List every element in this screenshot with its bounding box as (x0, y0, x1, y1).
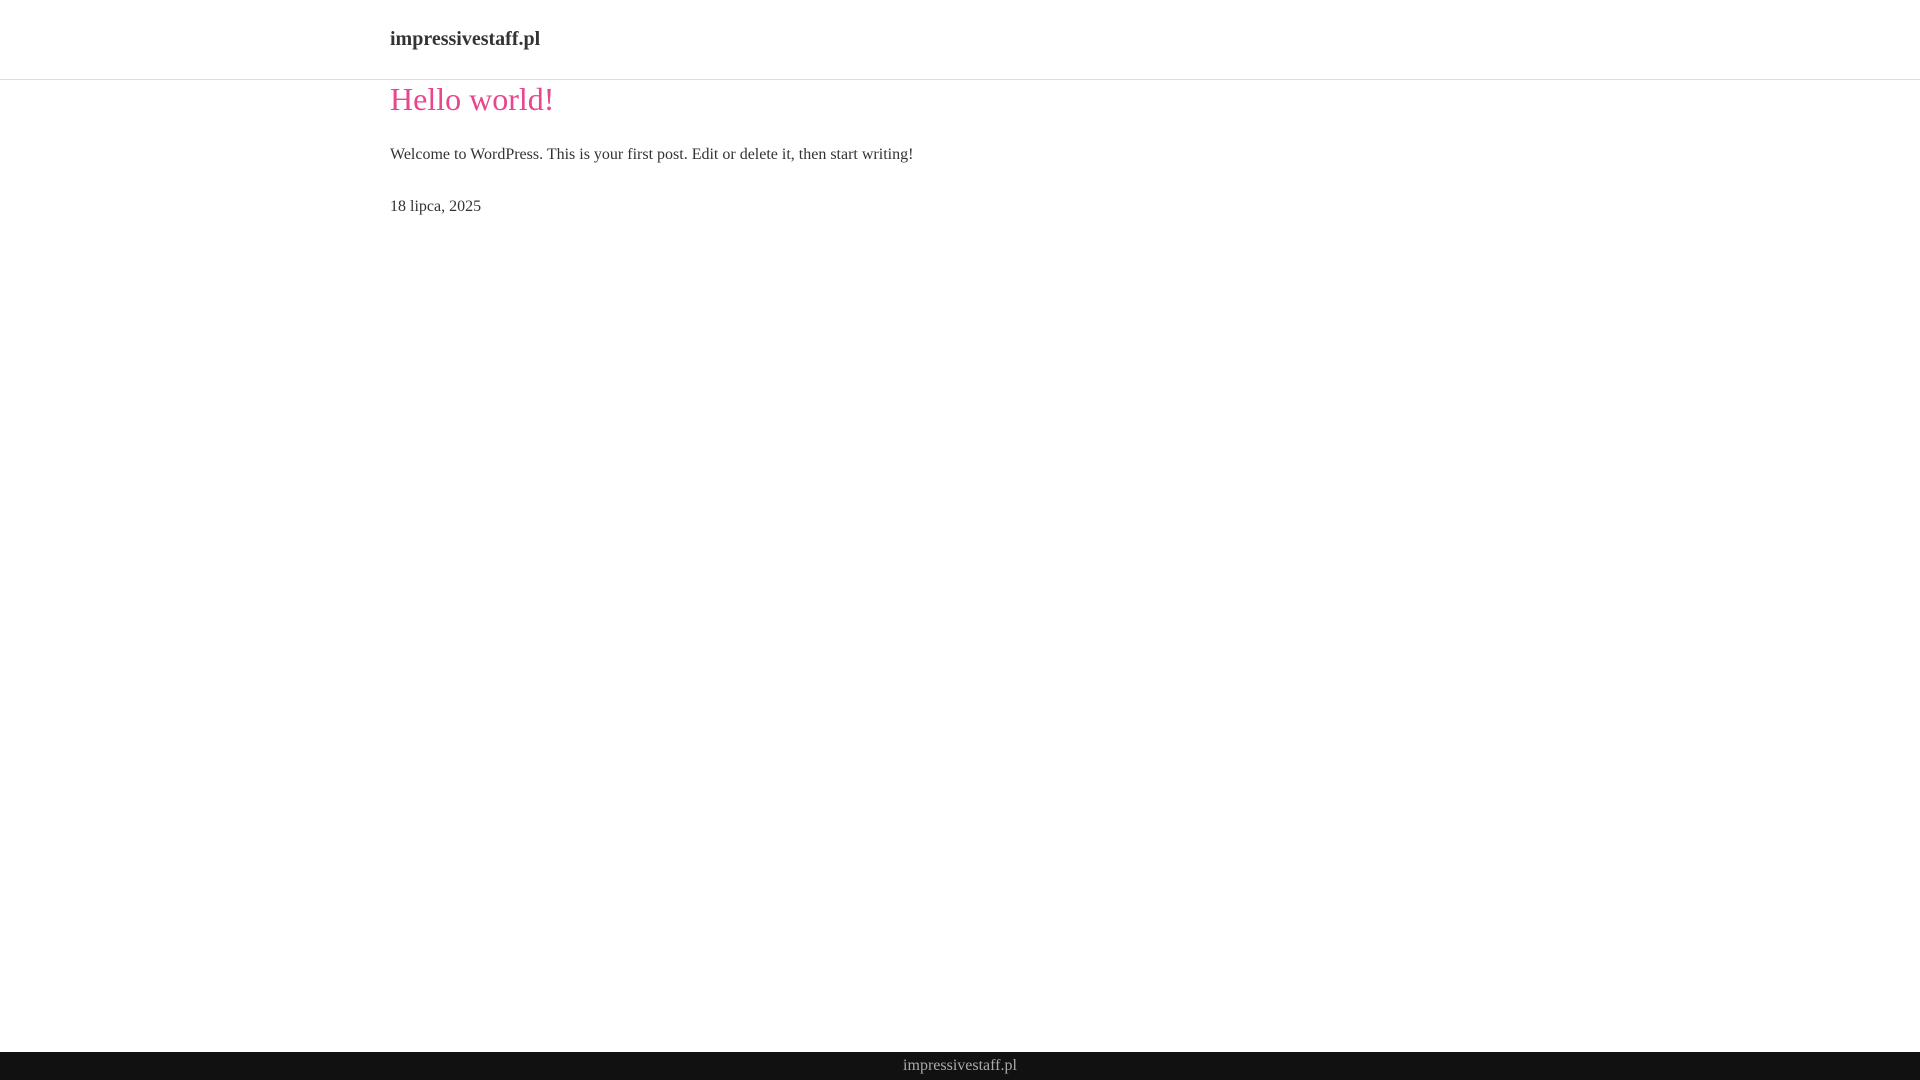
post-title-link[interactable]: Hello world! (390, 80, 554, 118)
post-excerpt: Welcome to WordPress. This is your first… (390, 146, 914, 163)
site-footer: impressivestaff.pl (0, 1052, 1920, 1080)
site-title-link[interactable]: impressivestaff.pl (390, 26, 540, 52)
post-date: 18 lipca, 2025 (390, 198, 482, 215)
footer-site-name: impressivestaff.pl (903, 1057, 1017, 1074)
page: impressivestaff.pl Hello world! Welcome … (0, 0, 1920, 1080)
site-header: impressivestaff.pl (0, 0, 1920, 80)
